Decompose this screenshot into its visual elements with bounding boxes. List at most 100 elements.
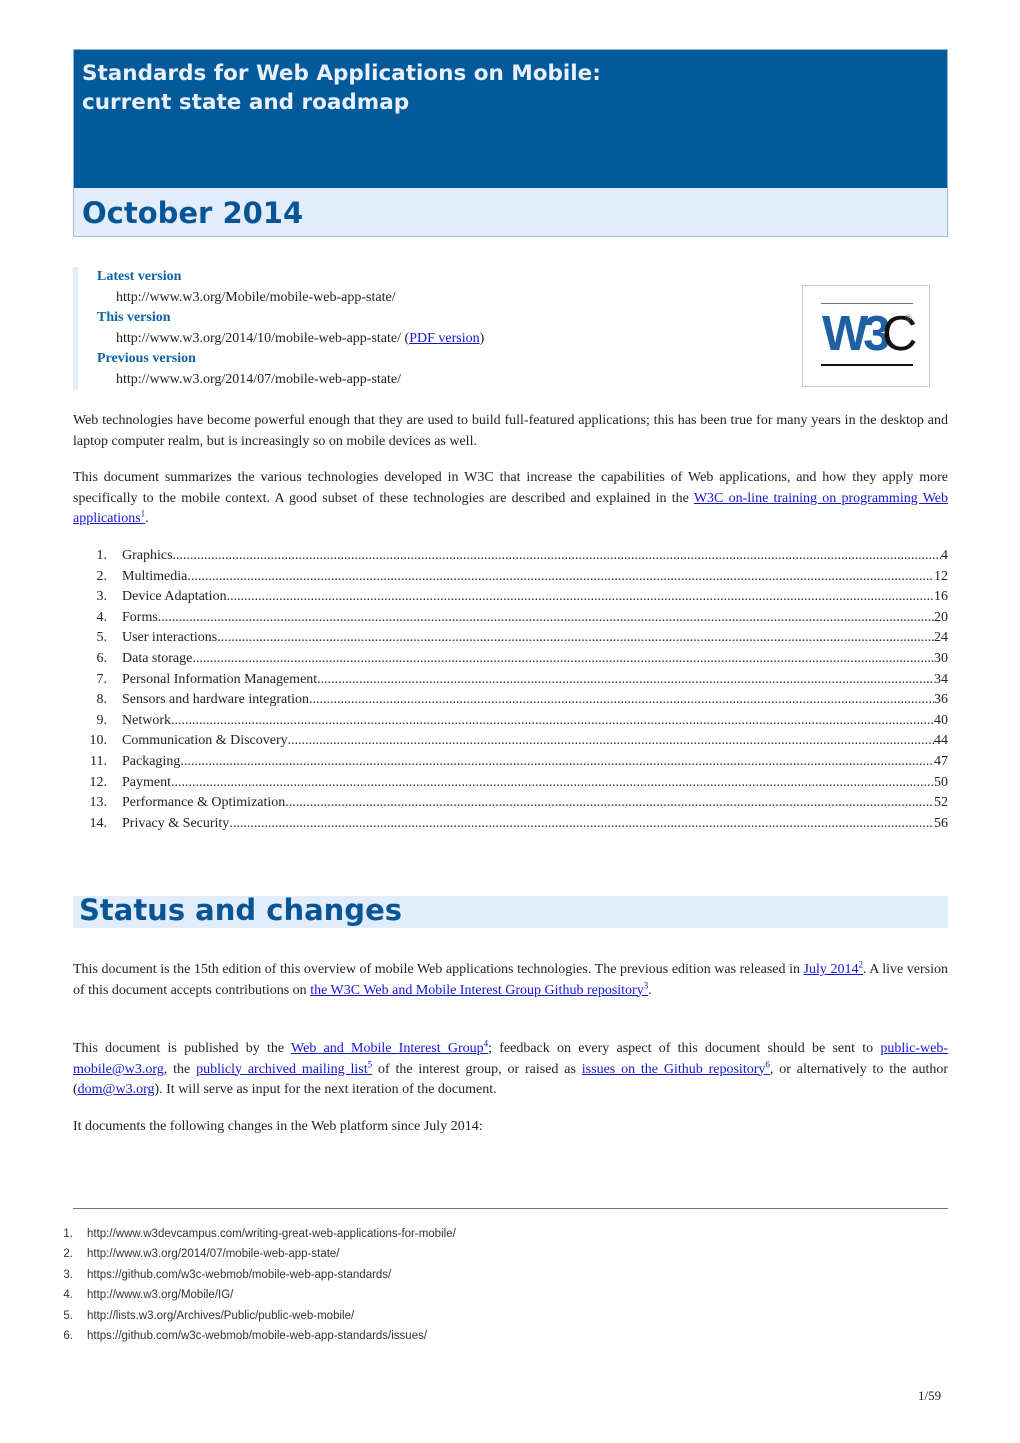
toc-entry[interactable]: 14. Privacy & Security 56 bbox=[73, 814, 949, 835]
previous-version-url: http://www.w3.org/2014/07/mobile-web-app… bbox=[116, 371, 402, 387]
document-title-banner: Standards for Web Applications on Mobile… bbox=[73, 49, 948, 188]
footnote-item: 4. http://www.w3.org/Mobile/IG/ bbox=[56, 1285, 936, 1305]
latest-version-label: Latest version bbox=[97, 269, 182, 284]
toc-leader-dots bbox=[158, 608, 934, 629]
toc-entry-page[interactable]: 36 bbox=[934, 690, 948, 711]
interest-group-link[interactable]: Web and Mobile Interest Group4 bbox=[291, 1039, 488, 1056]
toc-entry-label[interactable]: User interactions bbox=[121, 628, 217, 649]
github-repository-link-text: the W3C Web and Mobile Interest Group Gi… bbox=[310, 982, 644, 998]
footnote-url[interactable]: http://lists.w3.org/Archives/Public/publ… bbox=[87, 1306, 354, 1326]
toc-entry-label[interactable]: Sensors and hardware integration bbox=[121, 690, 309, 711]
toc-entry[interactable]: 10. Communication & Discovery 44 bbox=[73, 731, 949, 752]
toc-entry-label[interactable]: Graphics bbox=[121, 546, 173, 567]
paren-open: ( bbox=[401, 330, 410, 346]
toc-entry-label[interactable]: Network bbox=[121, 711, 171, 732]
toc-entry[interactable]: 1. Graphics 4 bbox=[73, 546, 949, 567]
toc-entry-label[interactable]: Data storage bbox=[121, 649, 192, 670]
toc-entry-page[interactable]: 44 bbox=[934, 731, 948, 752]
this-version-row: http://www.w3.org/2014/10/mobile-web-app… bbox=[97, 329, 697, 350]
toc-entry-number: 7. bbox=[96, 671, 108, 687]
toc-entry-number: 4. bbox=[96, 609, 108, 625]
toc-entry-label[interactable]: Personal Information Management bbox=[121, 670, 317, 691]
previous-version-label: Previous version bbox=[97, 351, 196, 366]
toc-entry-page[interactable]: 16 bbox=[934, 587, 948, 608]
status-p1-text-c: . bbox=[648, 982, 652, 998]
footnote-url[interactable]: http://www.w3.org/Mobile/IG/ bbox=[87, 1285, 233, 1305]
footnote-item: 6. https://github.com/w3c-webmob/mobile-w… bbox=[56, 1326, 936, 1346]
toc-entry-page[interactable]: 40 bbox=[934, 711, 948, 732]
toc-entry[interactable]: 9. Network 40 bbox=[73, 711, 949, 732]
toc-entry[interactable]: 5. User interactions 24 bbox=[73, 628, 949, 649]
intro-paragraph-2: This document summarizes the various tec… bbox=[73, 468, 948, 530]
github-issues-link[interactable]: issues on the Github repository6 bbox=[581, 1059, 770, 1077]
toc-entry-label[interactable]: Multimedia bbox=[121, 567, 187, 588]
toc-entry-number: 5. bbox=[96, 630, 108, 646]
toc-leader-dots bbox=[187, 567, 934, 588]
toc-entry-number: 13. bbox=[89, 795, 108, 811]
footnote-divider bbox=[73, 1208, 948, 1209]
toc-leader-dots bbox=[309, 690, 934, 711]
status-p2-text-b: ; feedback on every aspect of this docum… bbox=[488, 1041, 881, 1056]
july-2014-link[interactable]: July 20142 bbox=[804, 960, 863, 977]
toc-entry-page[interactable]: 47 bbox=[934, 752, 948, 773]
footnote-url[interactable]: https://github.com/w3c-webmob/mobile-web… bbox=[87, 1265, 391, 1285]
toc-entry[interactable]: 4. Forms 20 bbox=[73, 608, 949, 629]
toc-entry-page[interactable]: 30 bbox=[934, 649, 948, 670]
toc-entry-label[interactable]: Device Adaptation bbox=[121, 587, 227, 608]
status-p2-text-f: ). It will serve as input for the next i… bbox=[154, 1082, 497, 1097]
toc-entry[interactable]: 7. Personal Information Management 34 bbox=[73, 670, 949, 691]
latest-version-url: http://www.w3.org/Mobile/mobile-web-app-… bbox=[116, 289, 396, 305]
github-repository-link[interactable]: the W3C Web and Mobile Interest Group Gi… bbox=[310, 980, 648, 998]
toc-entry[interactable]: 8. Sensors and hardware integration 36 bbox=[73, 690, 949, 711]
toc-entry[interactable]: 11. Packaging 47 bbox=[73, 752, 948, 773]
footnote-url[interactable]: http://www.w3.org/2014/07/mobile-web-app… bbox=[87, 1244, 340, 1264]
logo-top-rule bbox=[821, 303, 913, 304]
toc-leader-dots bbox=[285, 793, 934, 814]
status-p2-text-d: of the interest group, or raised as bbox=[372, 1061, 582, 1077]
toc-entry-page[interactable]: 20 bbox=[934, 608, 948, 629]
toc-entry-label[interactable]: Communication & Discovery bbox=[121, 731, 288, 752]
footnote-number: 6. bbox=[63, 1330, 73, 1343]
mailing-list-archive-link-text: publicly archived mailing list bbox=[196, 1061, 368, 1077]
toc-leader-dots bbox=[171, 711, 934, 732]
footnote-number: 1. bbox=[63, 1228, 73, 1240]
footnote-url[interactable]: http://www.w3devcampus.com/writing-great… bbox=[87, 1224, 456, 1244]
mailing-list-archive-link[interactable]: publicly archived mailing list5 bbox=[196, 1059, 372, 1077]
toc-entry-number: 9. bbox=[96, 712, 108, 728]
toc-entry-number: 6. bbox=[96, 650, 108, 666]
author-email-link[interactable]: dom@w3.org bbox=[78, 1082, 155, 1097]
toc-entry[interactable]: 13. Performance & Optimization 52 bbox=[73, 793, 949, 814]
footnote-item: 2. http://www.w3.org/2014/07/mobile-web-a… bbox=[56, 1244, 936, 1264]
toc-leader-dots bbox=[288, 731, 934, 752]
toc-entry-page[interactable]: 56 bbox=[934, 814, 948, 835]
logo-bottom-rule bbox=[821, 364, 913, 366]
toc-entry-label[interactable]: Forms bbox=[121, 608, 158, 629]
toc-entry-label[interactable]: Payment bbox=[121, 773, 171, 794]
toc-entry[interactable]: 3. Device Adaptation 16 bbox=[73, 587, 949, 608]
intro-p2-end: . bbox=[145, 511, 149, 526]
toc-entry-page[interactable]: 24 bbox=[934, 628, 948, 649]
status-section-banner: Status and changes bbox=[73, 893, 948, 928]
footnote-url[interactable]: https://github.com/w3c-webmob/mobile-web… bbox=[87, 1326, 427, 1346]
toc-entry-number: 12. bbox=[89, 774, 108, 790]
toc-entry[interactable]: 2. Multimedia 12 bbox=[73, 567, 949, 588]
status-paragraph-1: This document is the 15th edition of thi… bbox=[73, 960, 948, 1001]
toc-leader-dots bbox=[227, 587, 934, 608]
toc-entry-page[interactable]: 50 bbox=[934, 773, 948, 794]
toc-entry-page[interactable]: 4 bbox=[941, 546, 948, 567]
footnotes-list: 1. http://www.w3devcampus.com/writing-gre… bbox=[56, 1224, 936, 1346]
pdf-version-link[interactable]: PDF version bbox=[409, 331, 479, 346]
toc-entry-page[interactable]: 12 bbox=[934, 567, 948, 588]
toc-entry-label[interactable]: Privacy & Security bbox=[121, 814, 229, 835]
toc-entry-label[interactable]: Packaging bbox=[121, 752, 180, 773]
toc-entry-label[interactable]: Performance & Optimization bbox=[121, 793, 285, 814]
toc-entry[interactable]: 6. Data storage 30 bbox=[73, 649, 949, 670]
document-title-line1: Standards for Web Applications on Mobile… bbox=[82, 61, 601, 86]
toc-entry-page[interactable]: 34 bbox=[934, 670, 948, 691]
github-issues-link-text: issues on the Github repository bbox=[581, 1061, 766, 1077]
footnote-number: 4. bbox=[63, 1289, 73, 1302]
toc-entry-page[interactable]: 52 bbox=[934, 793, 948, 814]
toc-entry[interactable]: 12. Payment 50 bbox=[73, 773, 949, 794]
this-version-url: http://www.w3.org/2014/10/mobile-web-app… bbox=[116, 330, 402, 346]
footnote-number: 3. bbox=[63, 1268, 73, 1281]
